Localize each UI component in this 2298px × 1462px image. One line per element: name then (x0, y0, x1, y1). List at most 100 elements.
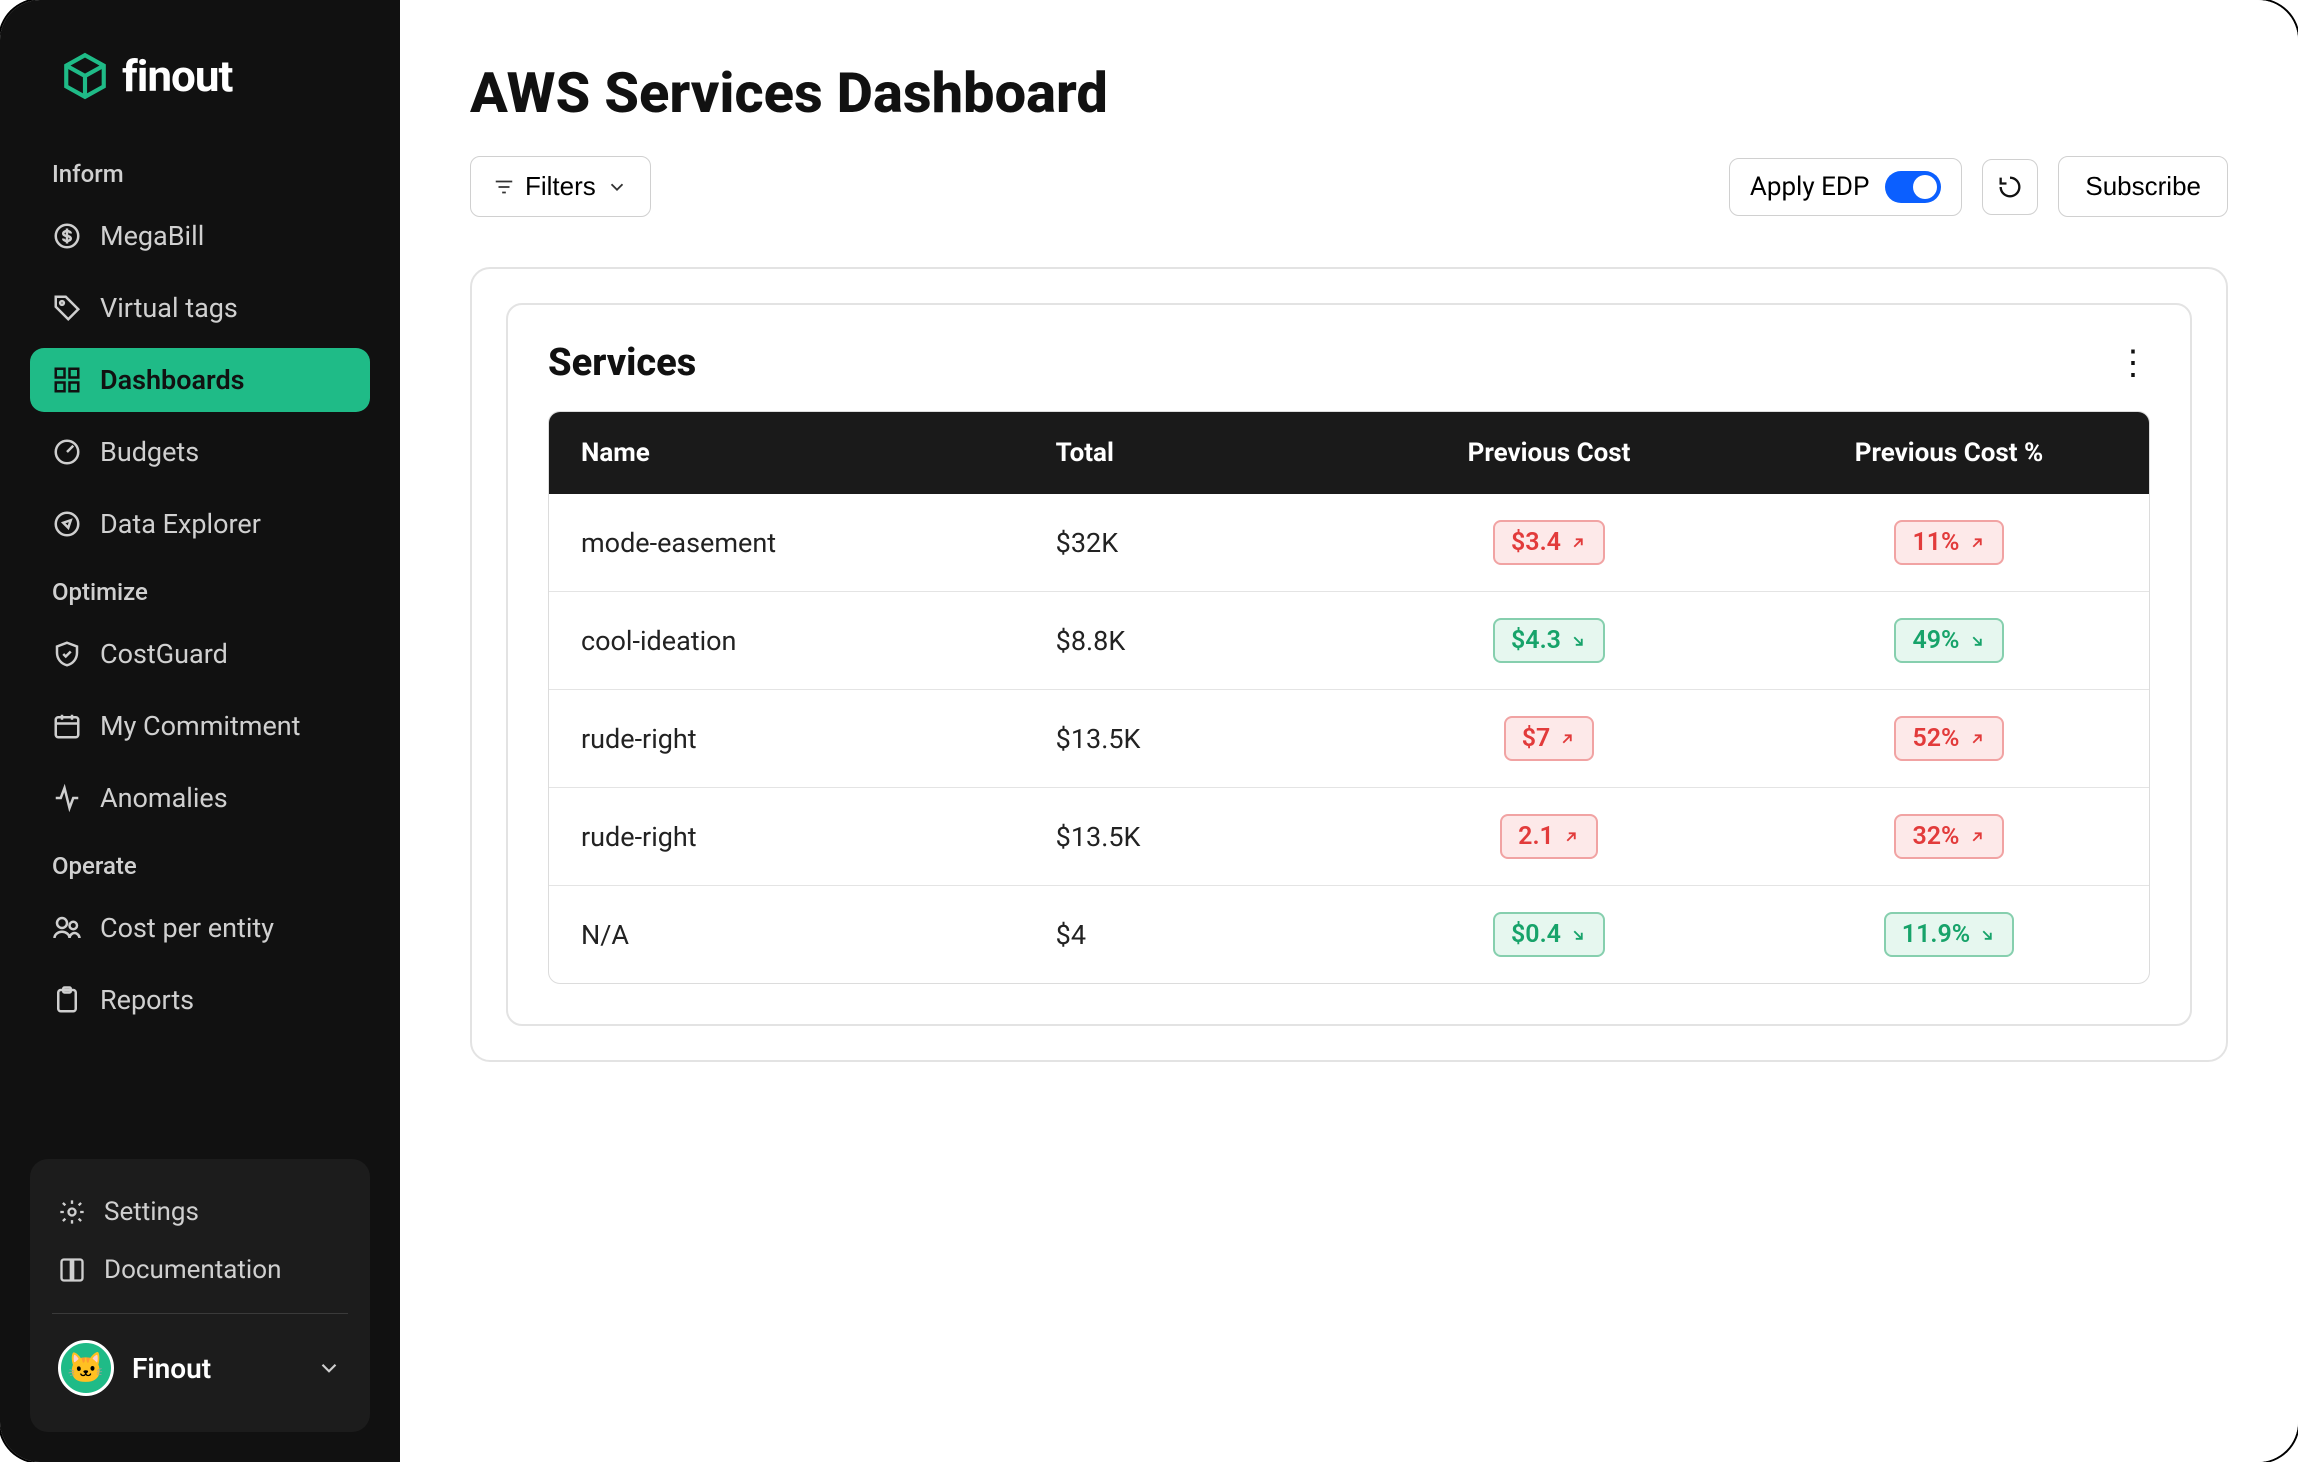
delta-badge: 2.1 (1500, 814, 1598, 859)
cell-previous-cost: $4.3 (1349, 592, 1749, 689)
apply-edp-label: Apply EDP (1750, 172, 1869, 202)
arrow-up-right-icon (1968, 534, 1986, 552)
panel-title: Services (548, 341, 696, 385)
table-row[interactable]: cool-ideation$8.8K $4.3 49% (549, 591, 2149, 689)
cube-icon (60, 51, 110, 101)
cell-name: rude-right (549, 697, 1024, 781)
cell-name: mode-easement (549, 501, 1024, 585)
brand-name: finout (122, 50, 232, 102)
delta-badge: $0.4 (1493, 912, 1605, 957)
section-operate: Operate (52, 852, 370, 880)
refresh-button[interactable] (1982, 159, 2038, 215)
sidebar-item-budgets[interactable]: Budgets (30, 420, 370, 484)
sidebar-item-reports[interactable]: Reports (30, 968, 370, 1032)
clipboard-icon (52, 985, 82, 1015)
col-total: Total (1024, 412, 1349, 494)
sidebar-item-megabill[interactable]: MegaBill (30, 204, 370, 268)
sidebar-item-label: Anomalies (100, 782, 228, 814)
sidebar-item-label: Data Explorer (100, 508, 261, 540)
gear-icon (58, 1198, 86, 1226)
cell-previous-cost: $7 (1349, 690, 1749, 787)
col-name: Name (549, 412, 1024, 494)
sidebar-item-dashboards[interactable]: Dashboards (30, 348, 370, 412)
sidebar-item-label: Cost per entity (100, 912, 274, 944)
cell-previous-cost: $0.4 (1349, 886, 1749, 983)
sidebar-item-label: Virtual tags (100, 292, 238, 324)
delta-badge: 49% (1894, 618, 2003, 663)
table-row[interactable]: rude-right$13.5K$7 52% (549, 689, 2149, 787)
arrow-up-right-icon (1558, 730, 1576, 748)
cell-total: $13.5K (1024, 697, 1349, 781)
divider (52, 1313, 348, 1314)
cell-name: N/A (549, 893, 1024, 977)
arrow-up-right-icon (1562, 828, 1580, 846)
cell-previous-cost-pct: 11.9% (1749, 886, 2149, 983)
sidebar-footer: Settings Documentation 🐱 Finout (30, 1159, 370, 1432)
cell-total: $13.5K (1024, 795, 1349, 879)
cell-previous-cost: $3.4 (1349, 494, 1749, 591)
cell-name: rude-right (549, 795, 1024, 879)
activity-icon (52, 783, 82, 813)
cell-name: cool-ideation (549, 599, 1024, 683)
apply-edp-toggle[interactable] (1885, 171, 1941, 203)
brand-logo: finout (60, 50, 370, 102)
filters-label: Filters (525, 171, 596, 202)
cell-previous-cost-pct: 49% (1749, 592, 2149, 689)
apply-edp-control: Apply EDP (1729, 158, 1962, 216)
sidebar-item-costguard[interactable]: CostGuard (30, 622, 370, 686)
arrow-down-right-icon (1978, 926, 1996, 944)
section-inform: Inform (52, 160, 370, 188)
section-optimize: Optimize (52, 578, 370, 606)
table-row[interactable]: rude-right$13.5K2.1 32% (549, 787, 2149, 885)
users-icon (52, 913, 82, 943)
sidebar-item-label: CostGuard (100, 638, 228, 670)
filters-button[interactable]: Filters (470, 156, 651, 217)
tag-icon (52, 293, 82, 323)
table-row[interactable]: N/A$4 $0.4 11.9% (549, 885, 2149, 983)
arrow-down-right-icon (1569, 926, 1587, 944)
panel-menu-button[interactable]: ⋮ (2116, 346, 2150, 380)
sidebar-item-virtual-tags[interactable]: Virtual tags (30, 276, 370, 340)
cell-total: $32K (1024, 501, 1349, 585)
subscribe-button[interactable]: Subscribe (2058, 156, 2228, 217)
sidebar-item-cost-per-entity[interactable]: Cost per entity (30, 896, 370, 960)
gauge-icon (52, 437, 82, 467)
services-panel: Services ⋮ Name Total Previous Cost Prev… (506, 303, 2192, 1026)
avatar: 🐱 (58, 1340, 114, 1396)
footer-item-label: Documentation (104, 1255, 281, 1285)
table-row[interactable]: mode-easement$32K $3.4 11% (549, 494, 2149, 591)
services-table: Name Total Previous Cost Previous Cost %… (548, 411, 2150, 984)
delta-badge: $4.3 (1493, 618, 1605, 663)
delta-badge: 11% (1894, 520, 2003, 565)
cell-total: $8.8K (1024, 599, 1349, 683)
account-switcher[interactable]: 🐱 Finout (52, 1334, 348, 1402)
arrow-down-right-icon (1569, 632, 1587, 650)
account-name: Finout (132, 1352, 211, 1385)
sidebar-item-label: Dashboards (100, 364, 245, 396)
dashboard-icon (52, 365, 82, 395)
refresh-icon (1996, 173, 2024, 201)
shield-check-icon (52, 639, 82, 669)
sidebar: finout Inform MegaBill Virtual tags Dash… (0, 0, 400, 1462)
sidebar-item-label: Reports (100, 984, 194, 1016)
col-previous-cost: Previous Cost (1349, 412, 1749, 494)
sidebar-item-label: My Commitment (100, 710, 301, 742)
subscribe-label: Subscribe (2085, 171, 2201, 201)
arrow-up-right-icon (1968, 828, 1986, 846)
chevron-down-icon (606, 176, 628, 198)
cell-total: $4 (1024, 893, 1349, 977)
sidebar-item-my-commitment[interactable]: My Commitment (30, 694, 370, 758)
arrow-down-right-icon (1968, 632, 1986, 650)
sidebar-item-anomalies[interactable]: Anomalies (30, 766, 370, 830)
page-title: AWS Services Dashboard (470, 60, 2228, 126)
sidebar-item-settings[interactable]: Settings (52, 1183, 348, 1241)
delta-badge: $3.4 (1493, 520, 1605, 565)
toolbar: Filters Apply EDP Subscribe (470, 156, 2228, 217)
compass-icon (52, 509, 82, 539)
sidebar-item-label: Budgets (100, 436, 199, 468)
sidebar-item-label: MegaBill (100, 220, 204, 252)
main-content: AWS Services Dashboard Filters Apply EDP… (400, 0, 2298, 1462)
sidebar-item-documentation[interactable]: Documentation (52, 1241, 348, 1299)
sidebar-item-data-explorer[interactable]: Data Explorer (30, 492, 370, 556)
megabill-icon (52, 221, 82, 251)
